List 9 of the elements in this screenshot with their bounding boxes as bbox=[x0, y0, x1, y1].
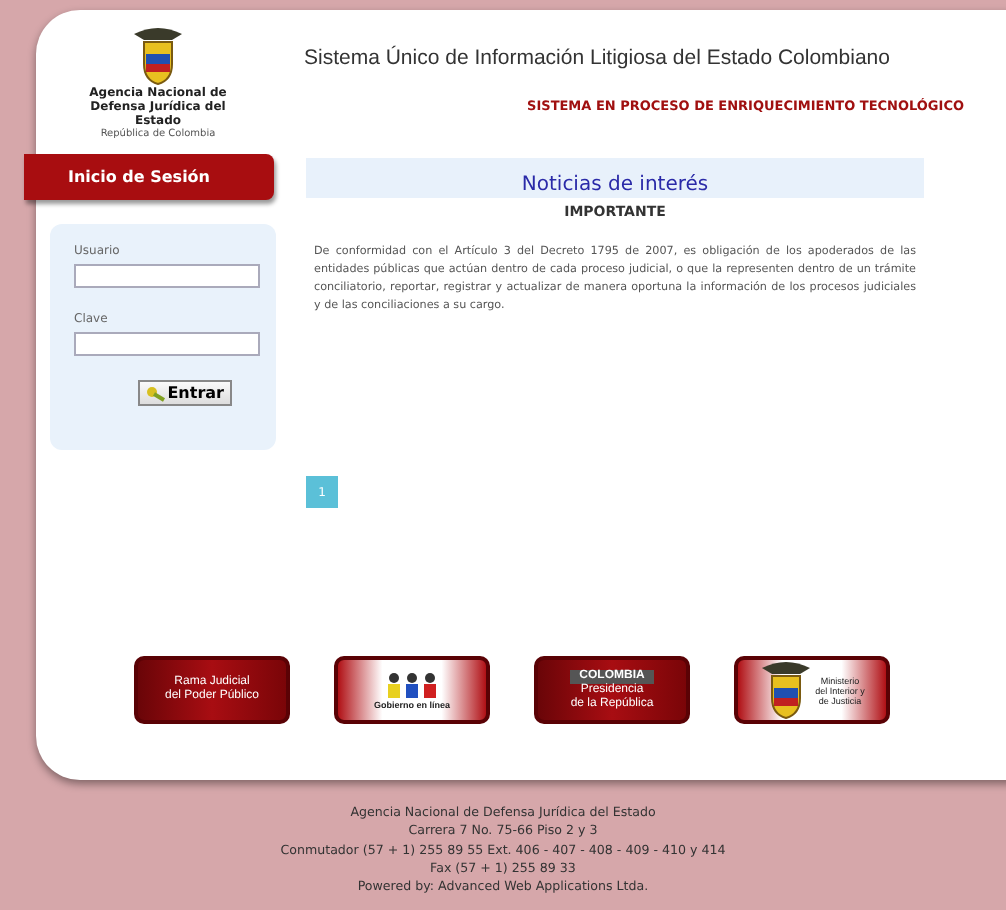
key-icon bbox=[145, 385, 166, 401]
coat-of-arms-icon bbox=[759, 660, 812, 720]
enter-button[interactable]: Entrar bbox=[137, 380, 232, 406]
input-field[interactable] bbox=[74, 332, 260, 356]
system-title: Sistema Único de Información Litigiosa del Estado Colombiano bbox=[304, 46, 892, 70]
news-title: Noticias de interés bbox=[306, 158, 924, 198]
coat-of-arms-icon bbox=[132, 26, 184, 86]
input-field[interactable] bbox=[74, 264, 260, 288]
login-title: Inicio de Sesión bbox=[24, 154, 274, 200]
